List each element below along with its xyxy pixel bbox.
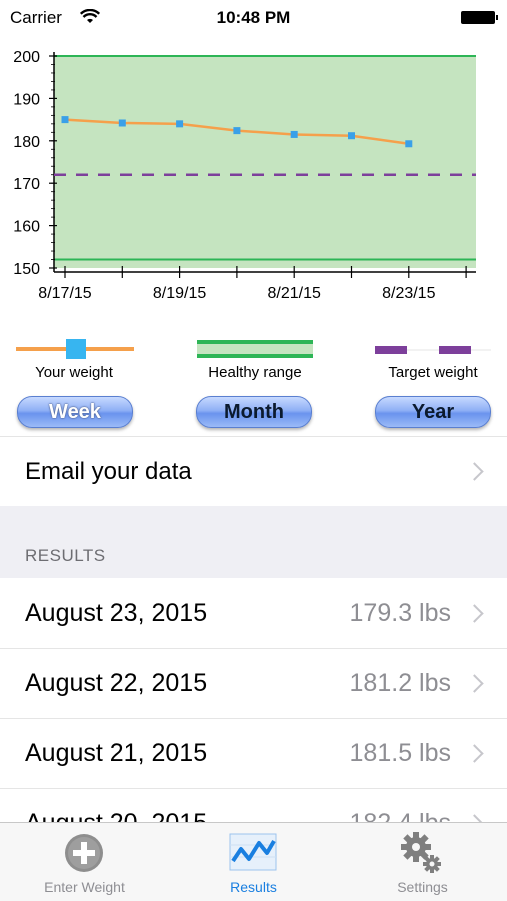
period-selector: Week Month Year	[0, 396, 507, 430]
x-tick-label: 8/17/15	[38, 285, 91, 302]
weight-data-point	[348, 132, 355, 140]
y-tick-label: 180	[13, 134, 40, 151]
email-data-row[interactable]: Email your data	[0, 436, 507, 507]
chevron-right-icon	[465, 462, 484, 481]
weight-data-point	[290, 130, 298, 138]
tab-settings-label: Settings	[397, 879, 448, 895]
chart-legend: Your weight Healthy range Target weight	[0, 336, 507, 392]
y-tick-label: 190	[13, 91, 40, 108]
tab-settings[interactable]: Settings	[338, 823, 507, 901]
result-value: 181.2 lbs	[349, 669, 451, 697]
legend-healthy-label: Healthy range	[208, 364, 302, 381]
chevron-right-icon	[465, 744, 484, 763]
y-tick-label: 200	[13, 49, 40, 66]
gear-icon	[401, 832, 441, 873]
chevron-right-icon	[465, 604, 484, 623]
legend-target-label: Target weight	[388, 364, 478, 381]
battery-icon	[461, 11, 498, 24]
result-row[interactable]: August 23, 2015 179.3 lbs	[0, 578, 507, 649]
legend-healthy: Healthy range	[185, 336, 325, 381]
result-date: August 20, 2015	[25, 809, 207, 822]
healthy-swatch-icon	[197, 340, 313, 358]
tab-bar: Enter Weight Results Settings	[0, 822, 507, 901]
chevron-right-icon	[465, 674, 484, 693]
weight-data-point	[118, 119, 126, 127]
result-row[interactable]: August 21, 2015 181.5 lbs	[0, 718, 507, 789]
result-value: 182.4 lbs	[350, 809, 451, 822]
tab-enter-weight[interactable]: Enter Weight	[0, 823, 169, 901]
target-swatch-icon	[375, 346, 491, 354]
y-tick-label: 150	[13, 261, 40, 278]
result-value: 179.3 lbs	[349, 599, 451, 627]
results-list[interactable]: August 23, 2015 179.3 lbs August 22, 201…	[0, 578, 507, 822]
line-chart-icon	[229, 833, 277, 871]
clock: 10:48 PM	[216, 8, 291, 27]
result-date: August 23, 2015	[25, 599, 208, 627]
weight-chart: 150 160 170 180 190 200 8/17/15 8/19/15 8/21/15 8…	[0, 36, 507, 316]
weight-swatch-icon	[16, 339, 134, 359]
tab-enter-weight-label: Enter Weight	[44, 879, 125, 895]
x-tick-label: 8/23/15	[382, 285, 435, 302]
result-date: August 22, 2015	[25, 669, 208, 697]
year-button[interactable]: Year	[375, 396, 491, 428]
x-tick-label: 8/19/15	[153, 285, 206, 302]
weight-data-point	[61, 116, 69, 124]
legend-weight-label: Your weight	[35, 364, 113, 381]
weight-chart-svg: 150 160 170 180 190 200 8/17/15 8/19/15 8/21/15 8…	[13, 49, 476, 302]
result-row[interactable]: August 22, 2015 181.2 lbs	[0, 648, 507, 719]
week-button[interactable]: Week	[17, 396, 133, 428]
chevron-right-icon	[465, 814, 484, 822]
healthy-range-band	[54, 56, 476, 268]
result-row[interactable]: August 20, 2015 182.4 lbs	[0, 788, 507, 822]
y-tick-label: 170	[13, 176, 40, 193]
results-header-label: RESULTS	[25, 546, 106, 565]
y-tick-label: 160	[13, 219, 40, 236]
status-bar: Carrier 10:48 PM	[0, 0, 507, 36]
result-date: August 21, 2015	[25, 739, 208, 767]
weight-data-point	[233, 127, 241, 135]
x-tick-label: 8/21/15	[268, 285, 321, 302]
legend-weight: Your weight	[4, 336, 144, 381]
results-section-header: RESULTS	[0, 506, 507, 578]
weight-data-point	[405, 140, 413, 148]
add-circle-icon	[65, 834, 103, 872]
month-button[interactable]: Month	[196, 396, 312, 428]
legend-target: Target weight	[363, 336, 503, 381]
tab-results-label: Results	[230, 879, 277, 895]
email-data-label: Email your data	[25, 458, 192, 485]
tab-results[interactable]: Results	[169, 823, 338, 901]
weight-data-point	[176, 120, 184, 128]
result-value: 181.5 lbs	[349, 739, 451, 767]
